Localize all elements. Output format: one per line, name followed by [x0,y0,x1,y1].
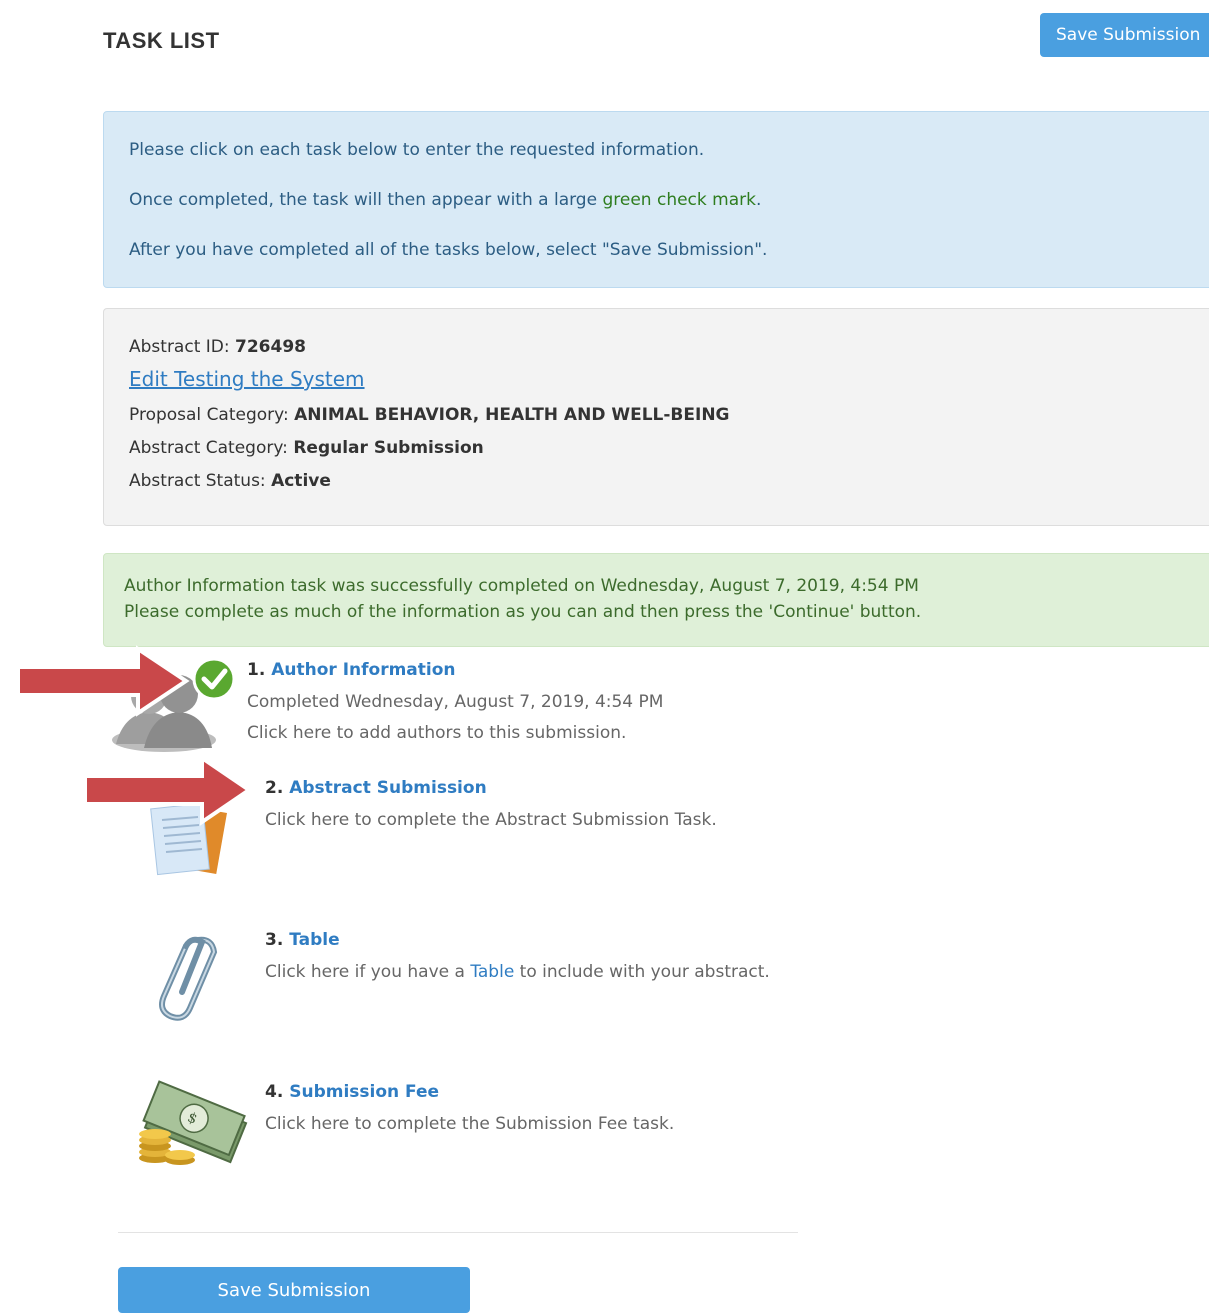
task-table[interactable]: 3. Table Click here if you have a Table … [265,930,770,982]
task-1-completed: Completed Wednesday, August 7, 2019, 4:5… [247,692,664,712]
instruction-line-3: After you have completed all of the task… [129,240,768,260]
proposal-category-value: ANIMAL BEHAVIOR, HEALTH AND WELL-BEING [294,405,730,425]
task-1-title: 1. Author Information [247,660,456,680]
task-abstract-submission[interactable]: 2. Abstract Submission Click here to com… [265,778,717,830]
instruction-line-2-end: . [755,190,762,210]
task-3-description: Click here if you have a Table to includ… [265,962,770,982]
abstract-status-value: Active [271,471,331,491]
abstract-category-value: Regular Submission [293,438,484,458]
task-2-link[interactable]: Abstract Submission [289,778,486,798]
task-3-title: 3. Table [265,930,340,950]
annotation-arrow-icon [83,754,253,826]
abstract-category: Abstract Category: Regular Submission [129,438,484,458]
task-3-description-text: Click here if you have a [265,962,471,982]
money-icon[interactable]: $ [130,1080,250,1175]
instruction-line-2-text: Once completed, the task will then appea… [129,190,603,210]
task-4-number: 4. [265,1082,284,1102]
proposal-category: Proposal Category: ANIMAL BEHAVIOR, HEAL… [129,405,730,425]
task-3-description-end: to include with your abstract. [514,962,770,982]
abstract-summary-panel: Abstract ID: 726498 Edit Testing the Sys… [103,308,1209,526]
task-2-title: 2. Abstract Submission [265,778,487,798]
edit-abstract-link[interactable]: Edit Testing the System [129,367,365,391]
instruction-line-1: Please click on each task below to enter… [129,140,705,160]
task-2-description: Click here to complete the Abstract Subm… [265,810,717,830]
task-4-title: 4. Submission Fee [265,1082,439,1102]
task-author-information[interactable]: 1. Author Information Completed Wednesda… [247,660,663,743]
save-submission-button-bottom[interactable]: Save Submission [118,1267,470,1313]
divider [118,1232,798,1233]
abstract-id: Abstract ID: 726498 [129,337,306,357]
task-2-number: 2. [265,778,284,798]
abstract-status-label: Abstract Status: [129,471,272,491]
abstract-id-value: 726498 [235,337,306,357]
task-1-description: Click here to add authors to this submis… [247,723,627,743]
task-4-link[interactable]: Submission Fee [289,1082,439,1102]
task-submission-fee[interactable]: 4. Submission Fee Click here to complete… [265,1082,674,1134]
abstract-status: Abstract Status: Active [129,471,331,491]
task-3-number: 3. [265,930,284,950]
table-inline-link[interactable]: Table [470,962,514,982]
success-line-1: Author Information task was successfully… [124,576,919,596]
abstract-id-label: Abstract ID: [129,337,236,357]
save-submission-button-top[interactable]: Save Submission [1040,13,1209,57]
instructions-panel: Please click on each task below to enter… [103,111,1209,288]
task-1-number: 1. [247,660,266,680]
annotation-arrow-icon [16,645,190,717]
green-check-mark-text: green check mark [602,190,756,210]
instruction-line-2: Once completed, the task will then appea… [129,190,761,210]
page-title: TASK LIST [103,28,220,53]
task-4-description: Click here to complete the Submission Fe… [265,1114,675,1134]
task-3-link[interactable]: Table [289,930,339,950]
proposal-category-label: Proposal Category: [129,405,295,425]
paperclip-icon[interactable] [140,930,230,1025]
task-1-link[interactable]: Author Information [271,660,455,680]
success-line-2: Please complete as much of the informati… [124,602,922,622]
abstract-category-label: Abstract Category: [129,438,294,458]
success-alert: Author Information task was successfully… [103,553,1209,647]
